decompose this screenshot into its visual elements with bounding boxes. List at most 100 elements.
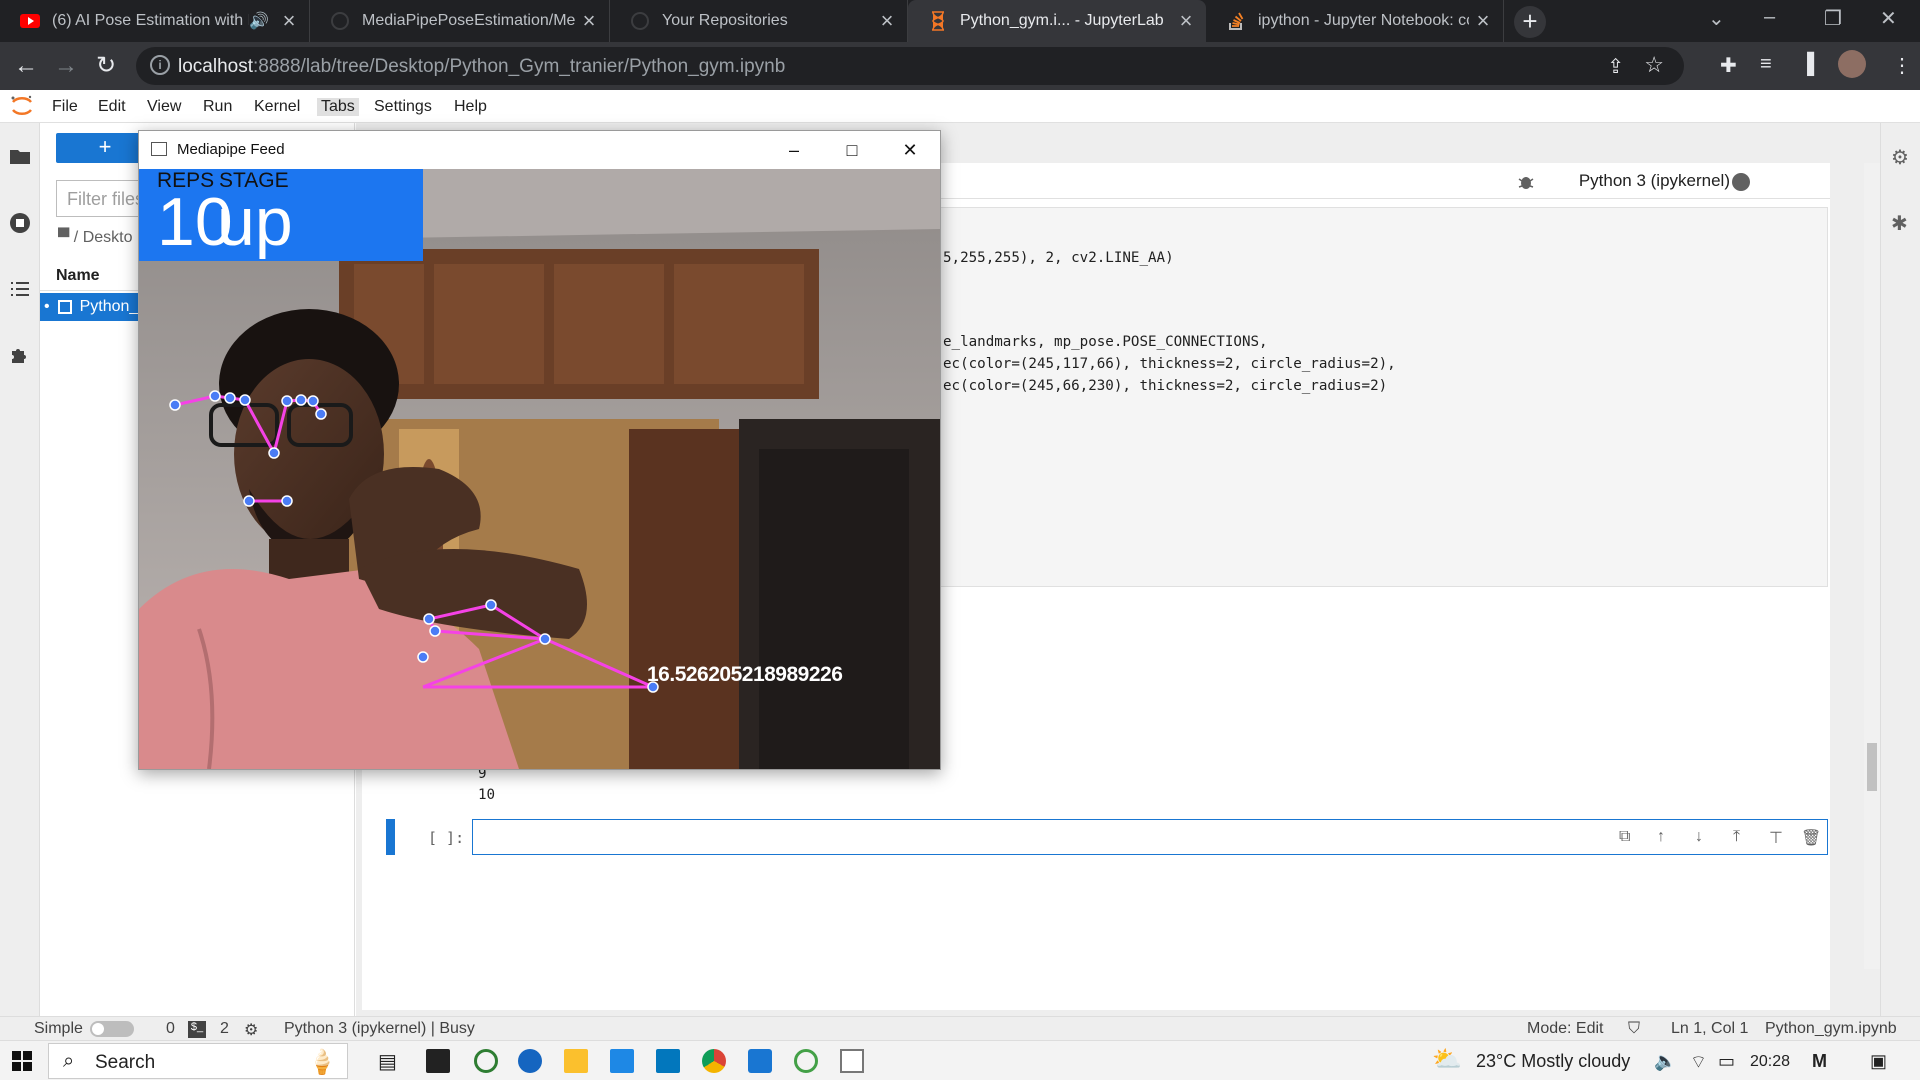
- duplicate-cell-icon[interactable]: ⧉: [1619, 828, 1639, 848]
- terminal-app-icon[interactable]: [426, 1049, 450, 1073]
- task-view-icon[interactable]: ▤: [378, 1049, 402, 1073]
- store-icon[interactable]: [610, 1049, 634, 1073]
- close-tab-icon[interactable]: ×: [575, 8, 603, 34]
- github-icon: [630, 11, 650, 31]
- windows-start-icon[interactable]: [12, 1051, 32, 1071]
- restore-icon[interactable]: ❐: [1824, 6, 1842, 31]
- vscode-icon[interactable]: [748, 1049, 772, 1073]
- chrome-icon[interactable]: [702, 1049, 726, 1073]
- editor-mode: Mode: Edit: [1527, 1020, 1604, 1037]
- close-tab-icon[interactable]: ×: [275, 8, 303, 34]
- mediapipe-window[interactable]: Mediapipe Feed – □ ✕ REPS STAGE 10 up 16…: [138, 130, 941, 770]
- site-info-icon[interactable]: i: [150, 55, 170, 75]
- media-control-icon[interactable]: ≡: [1760, 53, 1772, 76]
- right-sidebar-rail: ⚙ ✱: [1880, 123, 1920, 1016]
- tab-stackoverflow[interactable]: ipython - Jupyter Notebook: com ×: [1206, 0, 1504, 42]
- avatar[interactable]: [1838, 50, 1866, 78]
- search-icon: ⌕: [63, 1050, 75, 1072]
- window-title: Mediapipe Feed: [177, 141, 285, 158]
- kernel-busy-indicator: [1732, 173, 1750, 191]
- wifi-icon[interactable]: ⌔: [1690, 1051, 1707, 1074]
- menu-run[interactable]: Run: [203, 98, 232, 116]
- file-explorer-icon[interactable]: [564, 1049, 588, 1073]
- anaconda-icon[interactable]: [794, 1049, 818, 1073]
- hourglass-icon: [928, 11, 948, 31]
- menu-help[interactable]: Help: [454, 98, 487, 116]
- new-tab-button[interactable]: +: [1514, 6, 1546, 38]
- notebook-file-icon: [57, 300, 72, 314]
- language-icon[interactable]: M: [1812, 1051, 1827, 1072]
- breadcrumb[interactable]: ▀ / Deskto: [58, 229, 132, 247]
- menu-settings[interactable]: Settings: [374, 98, 432, 116]
- battery-icon[interactable]: ▭: [1718, 1051, 1735, 1072]
- shield-icon: ⛉: [1628, 1020, 1641, 1037]
- code-line: ec(color=(245,66,230), thickness=2, circ…: [943, 378, 1388, 394]
- scrollbar-thumb[interactable]: [1867, 743, 1877, 791]
- mediapipe-titlebar[interactable]: Mediapipe Feed – □ ✕: [139, 131, 940, 169]
- simple-mode-toggle[interactable]: [90, 1021, 134, 1037]
- reload-icon[interactable]: ↻: [90, 50, 122, 82]
- menu-view[interactable]: View: [147, 98, 181, 116]
- address-bar[interactable]: i localhost:8888/lab/tree/Desktop/Python…: [136, 47, 1684, 85]
- notification-icon[interactable]: ▣: [1870, 1051, 1887, 1072]
- weather-text[interactable]: 23°C Mostly cloudy: [1476, 1051, 1630, 1072]
- kernel-name[interactable]: Python 3 (ipykernel): [1579, 171, 1730, 191]
- insert-below-icon[interactable]: ⊤: [1769, 828, 1789, 848]
- menu-file[interactable]: File: [52, 98, 78, 116]
- extensions-icon[interactable]: ✚: [1720, 53, 1737, 78]
- minimize-icon[interactable]: –: [779, 137, 809, 163]
- maximize-icon[interactable]: □: [837, 137, 867, 163]
- refresh-app-icon[interactable]: [474, 1049, 498, 1073]
- volume-icon[interactable]: 🔈: [1654, 1051, 1676, 1072]
- extension-manager-icon[interactable]: [8, 343, 32, 367]
- move-down-icon[interactable]: ↓: [1695, 828, 1715, 848]
- chrome-menu-icon[interactable]: ⋮: [1892, 53, 1912, 78]
- browser-toolbar: ← → ↻ i localhost:8888/lab/tree/Desktop/…: [0, 42, 1920, 90]
- menu-kernel[interactable]: Kernel: [254, 98, 300, 116]
- side-panel-icon[interactable]: ▐: [1800, 53, 1814, 76]
- insert-above-icon[interactable]: ⤒: [1733, 828, 1753, 848]
- cursor-position[interactable]: Ln 1, Col 1: [1671, 1020, 1748, 1038]
- close-tab-icon[interactable]: ×: [873, 8, 901, 34]
- debugger-icon[interactable]: ✱: [1891, 211, 1908, 236]
- close-tab-icon[interactable]: ×: [1469, 8, 1497, 34]
- menu-tabs[interactable]: Tabs: [317, 98, 359, 116]
- clock[interactable]: 20:28: [1750, 1053, 1790, 1071]
- app-window-icon: [151, 142, 167, 156]
- tab-title: Your Repositories: [662, 12, 788, 29]
- move-up-icon[interactable]: ↑: [1657, 828, 1677, 848]
- close-tab-icon[interactable]: ×: [1172, 8, 1200, 34]
- bookmark-star-icon[interactable]: ☆: [1644, 52, 1664, 78]
- kernel-count[interactable]: 2: [220, 1020, 229, 1038]
- mail-icon[interactable]: [656, 1049, 680, 1073]
- share-icon[interactable]: ⇪: [1607, 54, 1624, 79]
- table-of-contents-icon[interactable]: [8, 277, 32, 301]
- edge-icon[interactable]: [518, 1049, 542, 1073]
- menu-edit[interactable]: Edit: [98, 98, 126, 116]
- debugger-icon[interactable]: [1517, 173, 1535, 191]
- delete-cell-icon[interactable]: 🗑: [1801, 828, 1821, 848]
- tab-search-icon[interactable]: ⌄: [1708, 6, 1725, 31]
- cell-prompt: [ ]:: [428, 829, 465, 847]
- running-kernels-icon[interactable]: [8, 211, 32, 235]
- notebook-scrollbar[interactable]: [1864, 163, 1880, 969]
- tab-jupyterlab[interactable]: Python_gym.i... - JupyterLab ×: [908, 0, 1206, 42]
- terminal-count[interactable]: 0: [166, 1020, 175, 1038]
- forward-icon[interactable]: →: [50, 50, 82, 82]
- taskbar-search[interactable]: ⌕ Search 🍦: [48, 1043, 348, 1079]
- tab-repositories[interactable]: Your Repositories ×: [610, 0, 908, 42]
- code-cell-input[interactable]: ⧉ ↑ ↓ ⤒ ⊤ 🗑: [472, 819, 1828, 855]
- running-dot-icon: •: [44, 298, 50, 315]
- close-window-icon[interactable]: ✕: [1880, 6, 1897, 31]
- url-host: localhost: [178, 56, 253, 77]
- code-line: e_landmarks, mp_pose.POSE_CONNECTIONS,: [943, 334, 1268, 350]
- tab-github-mediapipe[interactable]: MediaPipePoseEstimation/Media ×: [310, 0, 610, 42]
- kernel-status[interactable]: Python 3 (ipykernel) | Busy: [284, 1020, 475, 1038]
- close-icon[interactable]: ✕: [895, 137, 925, 163]
- back-icon[interactable]: ←: [10, 50, 42, 82]
- folder-icon[interactable]: [8, 145, 32, 169]
- property-inspector-icon[interactable]: ⚙: [1891, 145, 1909, 170]
- tab-youtube[interactable]: (6) AI Pose Estimation with Py 🔊 ×: [0, 0, 310, 42]
- minimize-icon[interactable]: –: [1764, 6, 1775, 29]
- blank-window-icon[interactable]: [840, 1049, 864, 1073]
